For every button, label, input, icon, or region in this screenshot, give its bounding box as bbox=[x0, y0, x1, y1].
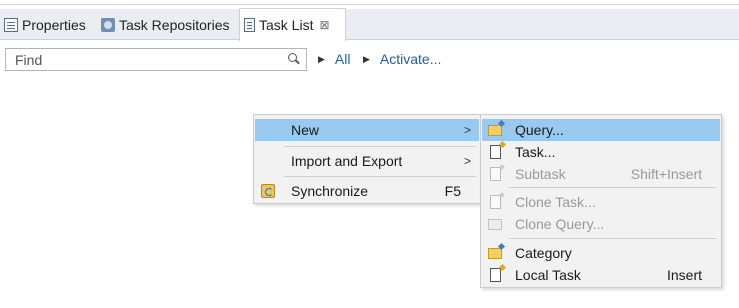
menu-item-query[interactable]: Query... bbox=[482, 119, 720, 141]
menu-item-subtask[interactable]: Subtask Shift+Insert bbox=[482, 163, 720, 185]
synchronize-icon bbox=[261, 184, 275, 198]
properties-icon bbox=[4, 18, 18, 32]
chevron-right-icon: > bbox=[463, 123, 471, 137]
menu-item-label: Category bbox=[515, 245, 572, 261]
triangle-right-icon: ▶ bbox=[363, 53, 370, 64]
menu-item-clone-query[interactable]: Clone Query... bbox=[482, 213, 720, 235]
activate-link-label: Activate... bbox=[379, 51, 442, 67]
menu-item-category[interactable]: Category bbox=[482, 242, 720, 264]
task-list-icon bbox=[244, 18, 255, 32]
menu-item-clone-task[interactable]: Clone Task... bbox=[482, 191, 720, 213]
clone-task-icon bbox=[490, 195, 501, 209]
query-icon bbox=[488, 125, 502, 136]
menu-item-label: Task... bbox=[515, 144, 556, 160]
menu-separator bbox=[509, 238, 717, 239]
category-icon bbox=[488, 248, 502, 259]
task-repositories-icon bbox=[101, 18, 115, 32]
clone-query-icon bbox=[488, 219, 502, 230]
menu-item-label: Import and Export bbox=[291, 153, 403, 169]
menu-item-label: Clone Query... bbox=[515, 216, 605, 232]
menu-item-label: Local Task bbox=[515, 267, 581, 283]
menu-shortcut: F5 bbox=[444, 183, 461, 199]
menu-separator bbox=[284, 146, 476, 147]
tab-properties[interactable]: Properties bbox=[0, 9, 86, 41]
menu-item-task[interactable]: Task... bbox=[482, 141, 720, 163]
find-field[interactable] bbox=[5, 48, 307, 71]
menu-item-label: Clone Task... bbox=[515, 194, 596, 210]
tab-task-repositories[interactable]: Task Repositories bbox=[97, 9, 230, 41]
menu-item-local-task[interactable]: Local Task Insert bbox=[482, 264, 720, 286]
tab-label: Properties bbox=[22, 17, 86, 33]
menu-item-synchronize[interactable]: Synchronize F5 bbox=[255, 180, 479, 202]
menu-shortcut: Insert bbox=[666, 267, 702, 283]
new-submenu: Query... Task... Subtask Shift+Insert Cl… bbox=[480, 114, 722, 288]
find-input[interactable] bbox=[6, 49, 276, 70]
menu-item-label: Synchronize bbox=[291, 183, 369, 199]
activate-link[interactable]: ▶ Activate... bbox=[363, 51, 441, 67]
menu-item-label: New bbox=[291, 122, 320, 138]
menu-separator bbox=[284, 176, 476, 177]
menu-item-label: Query... bbox=[515, 122, 564, 138]
tab-task-list[interactable]: Task List ⊠ bbox=[239, 8, 346, 41]
tab-label: Task Repositories bbox=[119, 17, 230, 33]
all-link[interactable]: ▶ All bbox=[318, 51, 350, 67]
task-icon bbox=[490, 145, 501, 159]
search-icon[interactable] bbox=[288, 53, 300, 65]
menu-item-label: Subtask bbox=[515, 166, 566, 182]
subtask-icon bbox=[490, 167, 501, 181]
chevron-right-icon: > bbox=[463, 154, 471, 168]
menu-item-new[interactable]: New > bbox=[255, 119, 479, 141]
all-link-label: All bbox=[334, 51, 351, 67]
tab-label: Task List bbox=[259, 17, 314, 33]
menu-shortcut: Shift+Insert bbox=[630, 166, 702, 182]
menu-item-import-export[interactable]: Import and Export > bbox=[255, 150, 479, 172]
close-icon[interactable]: ⊠ bbox=[319, 18, 329, 32]
top-border bbox=[0, 4, 739, 5]
context-menu: New > Import and Export > Synchronize F5 bbox=[253, 114, 481, 204]
menu-separator bbox=[509, 187, 717, 188]
triangle-right-icon: ▶ bbox=[318, 53, 325, 64]
view-tab-bar: Properties Task Repositories Task List ⊠ bbox=[0, 0, 739, 41]
local-task-icon bbox=[490, 268, 501, 282]
